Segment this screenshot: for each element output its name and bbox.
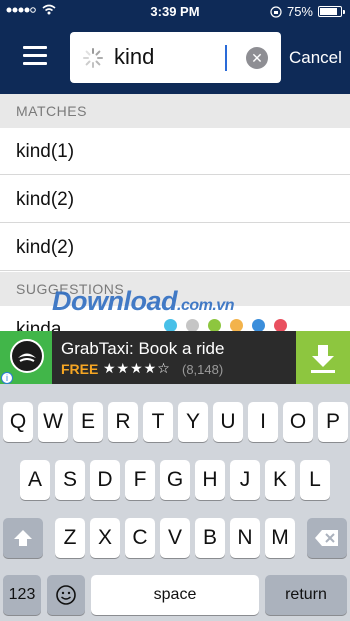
ad-rating-count: (8,148) [182,362,224,377]
key-w[interactable]: W [38,402,68,442]
key-o[interactable]: O [283,402,313,442]
grabtaxi-logo-mark [10,339,44,373]
key-l[interactable]: L [300,460,330,500]
key-c[interactable]: C [125,518,155,558]
ad-price: FREE [61,361,99,377]
space-key[interactable]: space [91,575,259,615]
key-f[interactable]: F [125,460,155,500]
key-p[interactable]: P [318,402,348,442]
key-z[interactable]: Z [55,518,85,558]
key-s[interactable]: S [55,460,85,500]
key-i[interactable]: I [248,402,278,442]
status-right: 75% [270,4,345,19]
key-e[interactable]: E [73,402,103,442]
text-cursor [225,45,227,71]
shift-arrow-icon[interactable] [3,518,43,558]
key-b[interactable]: B [195,518,225,558]
key-h[interactable]: H [195,460,225,500]
numbers-key[interactable]: 123 [3,575,41,615]
ad-banner[interactable]: GrabTaxi: Book a ride FREE ★★★★☆ (8,148) [0,331,350,384]
key-a[interactable]: A [20,460,50,500]
clear-circle-icon[interactable]: ✕ [246,47,268,69]
key-x[interactable]: X [90,518,120,558]
download-arrow-icon[interactable] [296,331,350,384]
key-g[interactable]: G [160,460,190,500]
key-n[interactable]: N [230,518,260,558]
watermark-logo: Download.com.vn [52,286,234,317]
key-d[interactable]: D [90,460,120,500]
battery-level [320,8,337,15]
emoji-icon[interactable] [47,575,85,615]
match-item[interactable]: kind(2) [0,224,350,271]
key-q[interactable]: Q [3,402,33,442]
key-t[interactable]: T [143,402,173,442]
taxi-icon [18,353,36,362]
status-bar: 3:39 PM 75% [0,0,350,22]
battery-icon [318,6,345,17]
battery-percent: 75% [286,4,313,19]
return-key[interactable]: return [265,575,347,615]
key-k[interactable]: K [265,460,295,500]
search-input[interactable] [114,42,242,72]
spinner-icon [83,48,103,68]
hamburger-menu-icon[interactable] [20,44,50,68]
info-icon[interactable]: i [1,372,13,384]
cancel-button[interactable]: Cancel [289,48,342,68]
keyboard: QWERTYUIOP ASDFGHJKL ZXCVBNM 123 space r… [0,384,350,621]
rotation-lock-icon [270,5,282,18]
matches-section-header: MATCHES [0,94,350,128]
key-m[interactable]: M [265,518,295,558]
key-v[interactable]: V [160,518,190,558]
key-j[interactable]: J [230,460,260,500]
app-header: 3:39 PM 75% kind ✕ Cancel [0,0,350,94]
match-item[interactable]: kind(1) [0,128,350,175]
ad-title: GrabTaxi: Book a ride [61,339,225,358]
key-u[interactable]: U [213,402,243,442]
match-item[interactable]: kind(2) [0,176,350,223]
ad-rating-stars: ★★★★☆ [103,360,171,376]
watermark-suffix: .com.vn [177,297,234,314]
key-r[interactable]: R [108,402,138,442]
search-box: ✕ [70,32,281,83]
watermark-brand: Download [52,286,178,316]
key-y[interactable]: Y [178,402,208,442]
backspace-icon[interactable] [307,518,347,558]
